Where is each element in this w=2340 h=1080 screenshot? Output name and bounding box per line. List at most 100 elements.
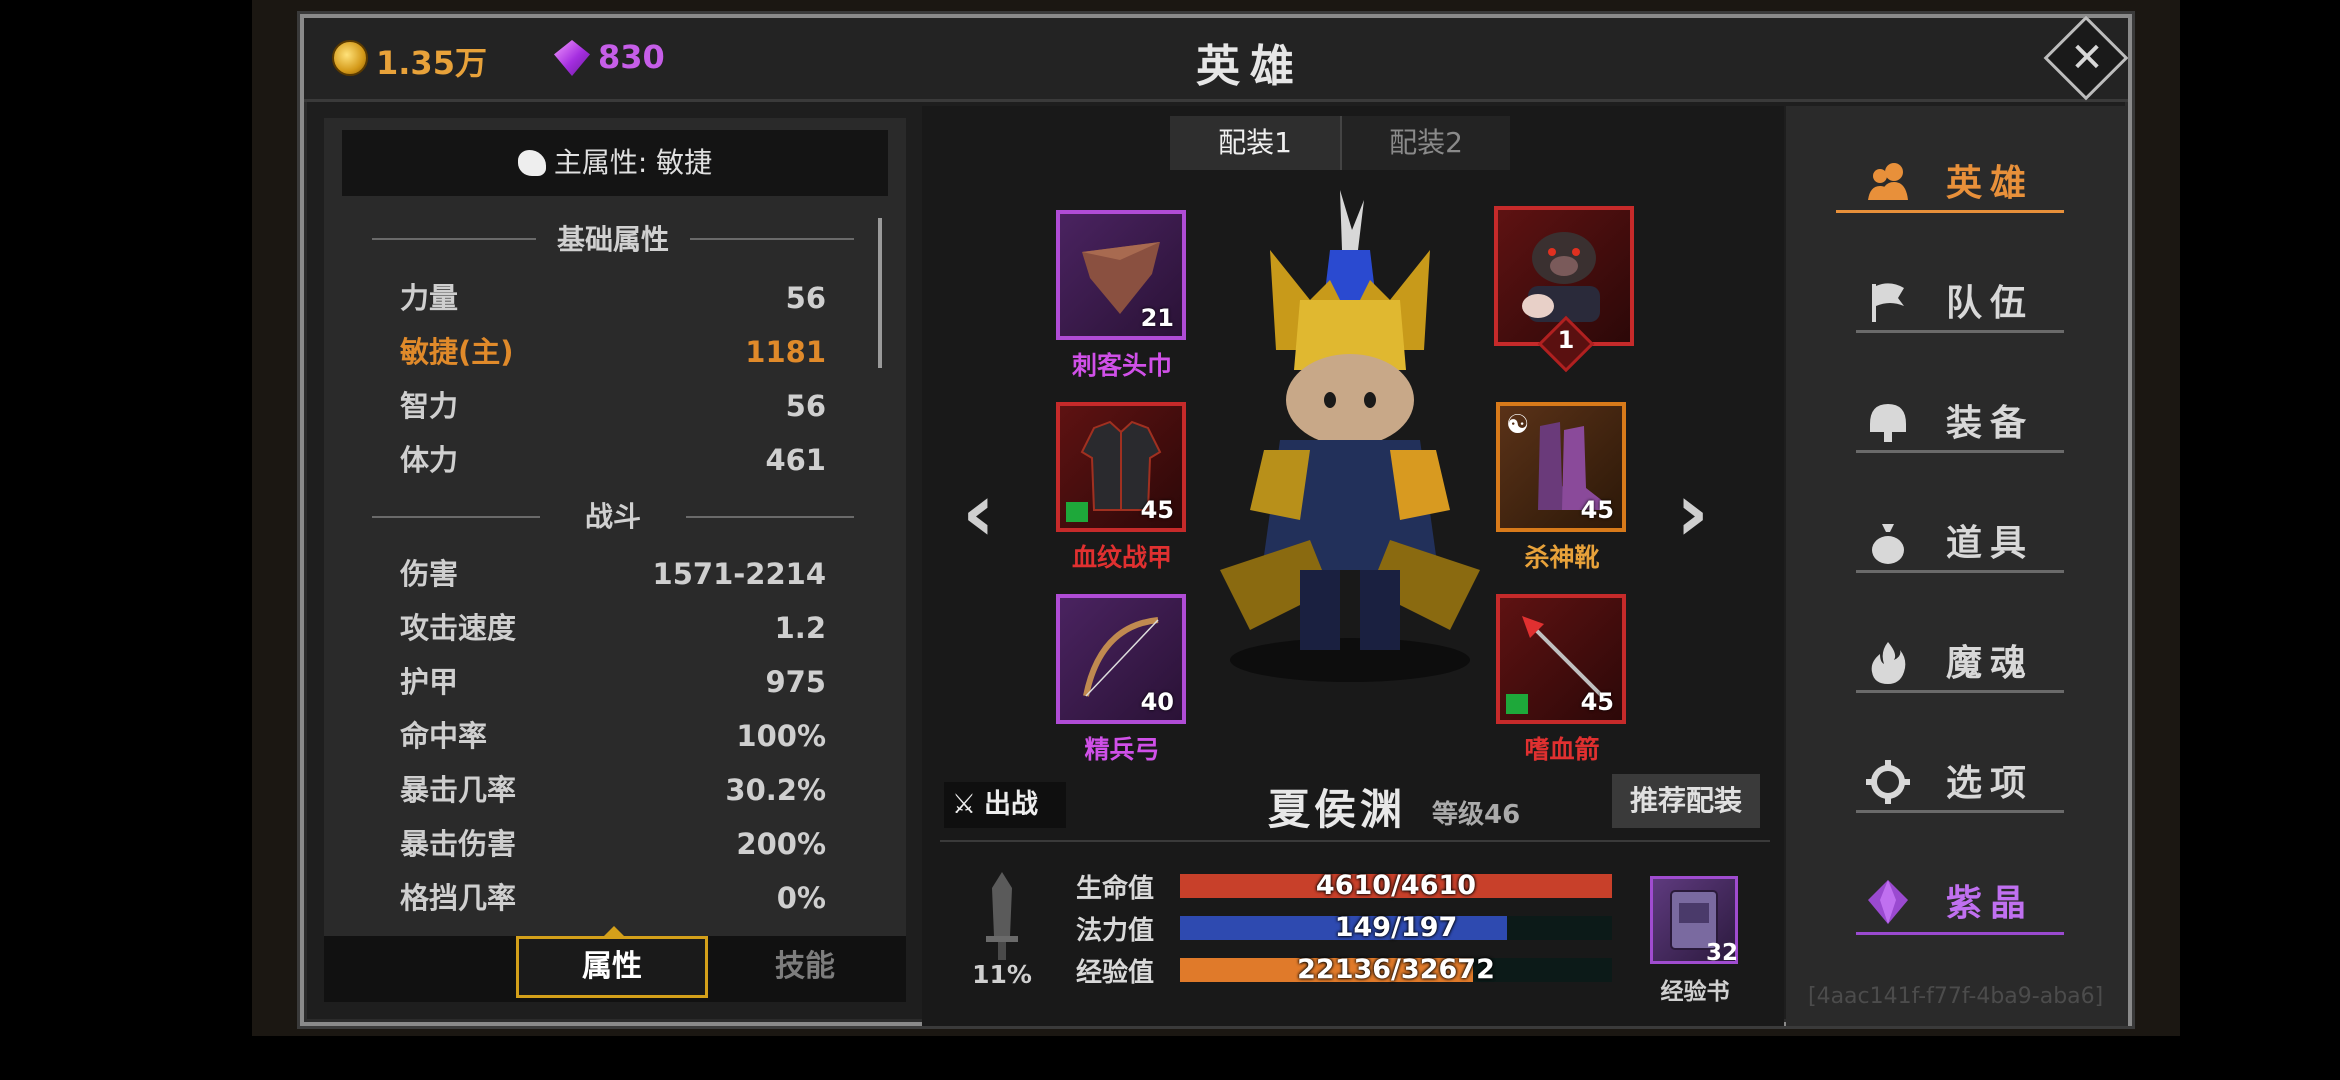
tab-skills[interactable]: 技能 xyxy=(720,936,890,998)
equip-slot-weapon[interactable]: 40 xyxy=(1056,594,1186,724)
exp-label: 经验值 xyxy=(1076,958,1155,988)
sortie-badge[interactable]: ⚔ 出战 xyxy=(944,782,1066,828)
stats-scrollbar[interactable] xyxy=(878,218,882,368)
close-icon[interactable]: ✕ xyxy=(2070,34,2104,82)
item-level: 40 xyxy=(1140,688,1174,716)
stat-value: 1181 xyxy=(745,335,826,369)
menu-label: 紫晶 xyxy=(1946,883,2035,924)
pet-level: 1 xyxy=(1557,326,1575,354)
divider xyxy=(1856,450,2064,453)
sword-percentage: 11% xyxy=(972,960,1032,989)
stat-row-intelligence: 智力 56 xyxy=(400,384,826,428)
menu-item-items[interactable]: 道具 xyxy=(1836,510,2076,570)
stat-value: 975 xyxy=(765,665,826,699)
main-attribute-banner: 主属性: 敏捷 xyxy=(342,130,888,196)
stat-row-damage: 伤害 1571-2214 xyxy=(400,552,826,596)
sortie-label: 出战 xyxy=(984,789,1038,820)
exp-book-label: 经验书 xyxy=(1660,979,1730,1005)
stat-value: 200% xyxy=(736,827,826,861)
hero-level: 等级46 xyxy=(1432,800,1521,830)
sword-icon xyxy=(986,872,1018,960)
main-attribute-text: 主属性: 敏捷 xyxy=(553,146,713,179)
session-id-text: [4aac141f-f77f-4ba9-aba6] xyxy=(1808,984,2104,1009)
item-level: 45 xyxy=(1580,496,1614,524)
stat-row-armor: 护甲 975 xyxy=(400,660,826,704)
tab-attributes[interactable]: 属性 xyxy=(516,936,708,998)
bag-icon xyxy=(1872,524,1904,564)
section-basic-attributes: 基础属性 xyxy=(556,223,669,256)
stat-label: 护甲 xyxy=(400,665,459,699)
helmet-icon xyxy=(1870,404,1906,442)
stat-row-hit-rate: 命中率 100% xyxy=(400,714,826,758)
hp-value: 4610/4610 xyxy=(1315,870,1477,901)
muscle-icon xyxy=(517,150,546,176)
gear-icon xyxy=(1866,760,1910,804)
menu-label: 英雄 xyxy=(1946,163,2035,204)
stat-label: 暴击几率 xyxy=(400,773,517,807)
page-title: 英雄 xyxy=(1196,41,1304,92)
divider xyxy=(1856,330,2064,333)
stat-label: 体力 xyxy=(400,443,459,477)
stat-label: 攻击速度 xyxy=(400,611,517,645)
divider xyxy=(1856,932,2064,935)
exp-book-count: 32 xyxy=(1706,940,1739,966)
stat-row-attack-speed: 攻击速度 1.2 xyxy=(400,606,826,650)
menu-label: 选项 xyxy=(1946,763,2035,804)
hero-character-image xyxy=(1220,190,1480,682)
hp-label: 生命值 xyxy=(1076,874,1155,904)
menu-item-soul[interactable]: 魔魂 xyxy=(1836,630,2076,690)
gold-coin-icon xyxy=(332,40,368,76)
users-icon xyxy=(1868,163,1908,200)
tab-loadout-2[interactable]: 配装2 xyxy=(1340,116,1510,170)
divider xyxy=(1856,570,2064,573)
stat-value: 56 xyxy=(785,281,826,315)
stat-row-agility: 敏捷(主) 1181 xyxy=(400,330,826,374)
menu-item-team[interactable]: 队伍 xyxy=(1836,270,2076,330)
section-combat: 战斗 xyxy=(584,500,641,533)
stat-row-crit-chance: 暴击几率 30.2% xyxy=(400,768,826,812)
stat-label: 敏捷(主) xyxy=(400,335,514,369)
hero-name: 夏侯渊 xyxy=(1268,785,1407,834)
equip-slot-armor[interactable]: 45 xyxy=(1056,402,1186,532)
divider xyxy=(1856,690,2064,693)
menu-item-equipment[interactable]: 装备 xyxy=(1836,390,2076,450)
equip-slot-head[interactable]: 21 xyxy=(1056,210,1186,340)
stat-value: 0% xyxy=(776,881,826,915)
flame-icon xyxy=(1871,642,1906,684)
stat-value: 1.2 xyxy=(774,611,826,645)
mp-value: 149/197 xyxy=(1334,912,1458,943)
active-tab-indicator xyxy=(604,926,624,936)
item-name: 嗜血箭 xyxy=(1524,735,1600,764)
menu-item-hero[interactable]: 英雄 xyxy=(1836,150,2076,210)
stat-label: 格挡几率 xyxy=(400,881,517,915)
item-level: 45 xyxy=(1580,688,1614,716)
stat-row-stamina: 体力 461 xyxy=(400,438,826,482)
menu-label: 道具 xyxy=(1946,523,2035,564)
menu-item-crystal[interactable]: 紫晶 xyxy=(1836,870,2076,930)
prev-hero-arrow[interactable]: ‹ xyxy=(962,466,995,559)
item-name: 精兵弓 xyxy=(1084,735,1160,764)
gold-amount: 1.35万 xyxy=(376,44,487,82)
stat-label: 伤害 xyxy=(400,557,459,591)
book-badge-icon xyxy=(1066,502,1088,522)
flag-icon xyxy=(1872,283,1904,322)
tab-loadout-1[interactable]: 配装1 xyxy=(1170,116,1340,170)
gem-amount: 830 xyxy=(598,38,665,76)
menu-label: 魔魂 xyxy=(1946,643,2035,684)
next-hero-arrow[interactable]: › xyxy=(1676,466,1709,559)
recommend-loadout-button[interactable]: 推荐配装 xyxy=(1612,774,1760,828)
exp-bar: 22136/32672 xyxy=(1180,954,1612,985)
crossed-swords-icon: ⚔ xyxy=(951,789,977,820)
crystal-icon xyxy=(1868,880,1908,924)
stat-value: 1571-2214 xyxy=(652,557,826,591)
stat-label: 智力 xyxy=(400,389,459,423)
item-level: 45 xyxy=(1140,496,1174,524)
stat-label: 命中率 xyxy=(400,719,488,753)
mp-bar: 149/197 xyxy=(1180,912,1612,943)
menu-item-options[interactable]: 选项 xyxy=(1836,750,2076,810)
stat-value: 30.2% xyxy=(725,773,826,807)
stat-row-block-chance: 格挡几率 0% xyxy=(400,876,826,920)
stat-value: 56 xyxy=(785,389,826,423)
divider xyxy=(1856,810,2064,813)
stat-label: 力量 xyxy=(400,281,459,315)
